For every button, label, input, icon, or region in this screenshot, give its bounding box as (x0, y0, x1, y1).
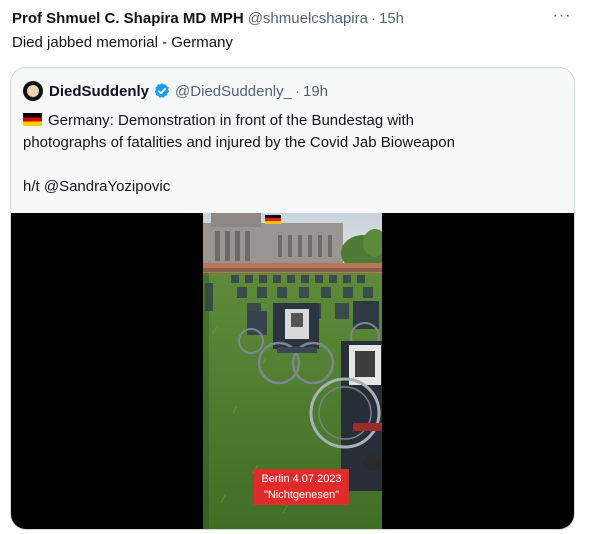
video-caption: Berlin 4.07.2023 "Nichtgenesen" (254, 469, 349, 505)
more-options-icon[interactable]: ··· (551, 6, 573, 26)
hat-tip-text: h/t @SandraYozipovic (23, 178, 171, 195)
quoted-text-line-2: photographs of fatalities and injured by… (23, 134, 455, 151)
tweet-timestamp[interactable]: 15h (379, 10, 404, 27)
avatar[interactable] (23, 81, 43, 101)
quoted-tweet-text: Germany: Demonstration in front of the B… (23, 110, 563, 198)
author-handle[interactable]: @shmuelcshapira (248, 10, 368, 27)
quoted-text-line-1: Germany: Demonstration in front of the B… (48, 112, 415, 129)
quoted-tweet-timestamp[interactable]: 19h (303, 83, 328, 100)
germany-flag-icon (23, 113, 42, 126)
separator-dot: · (370, 9, 376, 27)
verified-badge-icon (154, 83, 170, 98)
caption-line-1: Berlin 4.07.2023 (261, 473, 342, 485)
video-player[interactable]: Berlin 4.07.2023 "Nichtgenesen" (11, 213, 574, 529)
separator-dot: · (294, 82, 300, 100)
quoted-tweet[interactable]: DiedSuddenly @DiedSuddenly_ · 19h German… (10, 67, 575, 530)
tweet[interactable]: Prof Shmuel C. Shapira MD MPH @shmuelcsh… (0, 0, 589, 534)
author-name[interactable]: Prof Shmuel C. Shapira MD MPH (12, 10, 244, 27)
tweet-text: Died jabbed memorial - Germany (12, 34, 233, 51)
quoted-author-name[interactable]: DiedSuddenly (49, 83, 149, 100)
caption-line-2: "Nichtgenesen" (263, 489, 340, 501)
tweet-header: Prof Shmuel C. Shapira MD MPH @shmuelcsh… (12, 8, 577, 28)
quoted-author-handle[interactable]: @DiedSuddenly_ (175, 83, 292, 100)
quoted-tweet-header: DiedSuddenly @DiedSuddenly_ · 19h (23, 80, 328, 102)
